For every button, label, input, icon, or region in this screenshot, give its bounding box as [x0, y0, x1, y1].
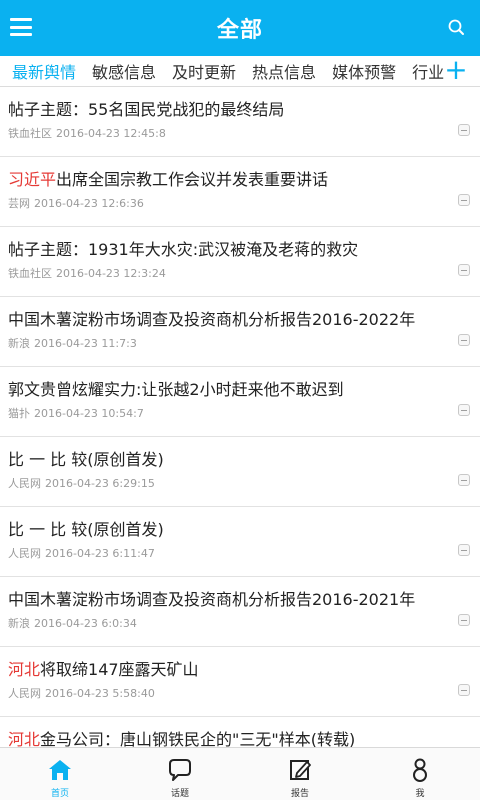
- news-source: 人民网: [8, 547, 41, 560]
- nav-home[interactable]: 首页: [0, 748, 120, 800]
- news-meta: 猫扑 2016-04-23 10:54:7: [8, 407, 440, 421]
- news-title: 郭文贵曾炫耀实力:让张越2小时赶来他不敢迟到: [8, 379, 440, 401]
- news-title: 中国木薯淀粉市场调查及投资商机分析报告2016-2021年: [8, 589, 440, 611]
- news-item[interactable]: 帖子主题：1931年大水灾:武汉被淹及老蒋的救灾铁血社区 2016-04-23 1…: [0, 227, 480, 297]
- news-time: 2016-04-23 6:29:15: [45, 477, 155, 490]
- search-icon[interactable]: [446, 17, 468, 39]
- news-title-text: 帖子主题：1931年大水灾:武汉被淹及老蒋的救灾: [8, 240, 359, 259]
- news-time: 2016-04-23 6:11:47: [45, 547, 155, 560]
- news-item[interactable]: 比 一 比 较(原创首发) 人民网 2016-04-23 6:11:47: [0, 507, 480, 577]
- news-time: 2016-04-23 12:6:36: [34, 197, 144, 210]
- nav-reports-label: 报告: [290, 789, 309, 799]
- add-tab-plus-icon[interactable]: +: [444, 56, 468, 84]
- bottom-nav: 首页 话题 报告 我: [0, 747, 480, 800]
- news-meta: 铁血社区 2016-04-23 12:45:8: [8, 127, 440, 141]
- news-item[interactable]: 习近平出席全国宗教工作会议并发表重要讲话芸网 2016-04-23 12:6:36: [0, 157, 480, 227]
- news-source: 人民网: [8, 687, 41, 700]
- tab-sensitive[interactable]: 敏感信息: [92, 59, 156, 83]
- news-meta: 新浪 2016-04-23 11:7:3: [8, 337, 440, 351]
- news-title: 比 一 比 较(原创首发): [8, 449, 440, 471]
- news-item[interactable]: 河北金马公司：唐山钢铁民企的"三无"样本(转载)人民网2016-04-23 5:…: [0, 717, 480, 747]
- news-keyword-highlight: 河北: [8, 730, 41, 747]
- news-item[interactable]: 帖子主题：55名国民党战犯的最终结局铁血社区 2016-04-23 12:45:8: [0, 87, 480, 157]
- menu-icon[interactable]: [10, 16, 32, 38]
- collapse-minus-icon[interactable]: [458, 684, 470, 696]
- news-meta: 芸网 2016-04-23 12:6:36: [8, 197, 440, 211]
- news-item[interactable]: 河北将取缔147座露天矿山人民网 2016-04-23 5:58:40: [0, 647, 480, 717]
- news-title-text: 中国木薯淀粉市场调查及投资商机分析报告2016-2021年: [8, 590, 416, 609]
- news-item[interactable]: 郭文贵曾炫耀实力:让张越2小时赶来他不敢迟到猫扑 2016-04-23 10:54…: [0, 367, 480, 437]
- news-meta: 新浪 2016-04-23 6:0:34: [8, 617, 440, 631]
- news-title: 中国木薯淀粉市场调查及投资商机分析报告2016-2022年: [8, 309, 440, 331]
- news-title-text: 中国木薯淀粉市场调查及投资商机分析报告2016-2022年: [8, 310, 416, 329]
- user-icon: [413, 758, 427, 782]
- page-title: 全部: [216, 18, 263, 43]
- tab-media-alert[interactable]: 媒体预警: [332, 59, 396, 83]
- tab-list: 最新舆情 敏感信息 及时更新 热点信息 媒体预警 行业: [0, 59, 444, 83]
- news-title-text: 比 一 比 较(原创首发): [8, 450, 164, 469]
- nav-topics[interactable]: 话题: [120, 748, 240, 800]
- news-source: 人民网: [8, 477, 41, 490]
- news-meta: 人民网 2016-04-23 6:29:15: [8, 477, 440, 491]
- news-item[interactable]: 中国木薯淀粉市场调查及投资商机分析报告2016-2021年新浪 2016-04-2…: [0, 577, 480, 647]
- collapse-minus-icon[interactable]: [458, 264, 470, 276]
- news-meta: 人民网 2016-04-23 5:58:40: [8, 687, 440, 701]
- news-source: 新浪: [8, 617, 30, 630]
- tab-industry[interactable]: 行业: [412, 59, 444, 83]
- news-title-text: 比 一 比 较(原创首发): [8, 520, 164, 539]
- nav-reports[interactable]: 报告: [240, 748, 360, 800]
- collapse-minus-icon[interactable]: [458, 194, 470, 206]
- collapse-minus-icon[interactable]: [458, 474, 470, 486]
- app-header: 全部: [0, 0, 480, 56]
- news-source: 新浪: [8, 337, 30, 350]
- nav-me[interactable]: 我: [360, 748, 480, 800]
- report-edit-icon: [290, 760, 311, 780]
- tab-latest[interactable]: 最新舆情: [12, 59, 76, 83]
- news-title: 帖子主题：1931年大水灾:武汉被淹及老蒋的救灾: [8, 239, 440, 261]
- category-tabs: 最新舆情 敏感信息 及时更新 热点信息 媒体预警 行业 +: [0, 56, 480, 87]
- news-title-text: 郭文贵曾炫耀实力:让张越2小时赶来他不敢迟到: [8, 380, 344, 399]
- collapse-minus-icon[interactable]: [458, 334, 470, 346]
- news-time: 2016-04-23 6:0:34: [34, 617, 137, 630]
- news-meta: 铁血社区 2016-04-23 12:3:24: [8, 267, 440, 281]
- news-title-text: 帖子主题：55名国民党战犯的最终结局: [8, 100, 285, 119]
- news-time: 2016-04-23 5:58:40: [45, 687, 155, 700]
- news-time: 2016-04-23 12:45:8: [56, 127, 166, 140]
- news-keyword-highlight: 河北: [8, 660, 41, 679]
- nav-home-label: 首页: [50, 789, 69, 799]
- news-keyword-highlight: 习近平: [8, 170, 57, 189]
- news-meta: 人民网 2016-04-23 6:11:47: [8, 547, 440, 561]
- news-list: 帖子主题：55名国民党战犯的最终结局铁血社区 2016-04-23 12:45:8…: [0, 87, 480, 747]
- chat-bubble-icon: [169, 759, 191, 781]
- news-time: 2016-04-23 11:7:3: [34, 337, 137, 350]
- news-title-text: 出席全国宗教工作会议并发表重要讲话: [56, 170, 329, 189]
- collapse-minus-icon[interactable]: [458, 614, 470, 626]
- nav-topics-label: 话题: [170, 789, 189, 799]
- news-source: 芸网: [8, 197, 30, 210]
- news-title: 帖子主题：55名国民党战犯的最终结局: [8, 99, 440, 121]
- news-source: 铁血社区: [8, 127, 52, 140]
- news-title-text: 金马公司：唐山钢铁民企的"三无"样本(转载): [40, 730, 356, 747]
- news-title-text: 将取缔147座露天矿山: [40, 660, 199, 679]
- news-title: 比 一 比 较(原创首发): [8, 519, 440, 541]
- news-title: 河北将取缔147座露天矿山: [8, 659, 440, 681]
- news-title: 习近平出席全国宗教工作会议并发表重要讲话: [8, 169, 440, 191]
- collapse-minus-icon[interactable]: [458, 124, 470, 136]
- collapse-minus-icon[interactable]: [458, 404, 470, 416]
- news-title: 河北金马公司：唐山钢铁民企的"三无"样本(转载): [8, 729, 440, 747]
- news-time: 2016-04-23 10:54:7: [34, 407, 144, 420]
- news-item[interactable]: 中国木薯淀粉市场调查及投资商机分析报告2016-2022年新浪 2016-04-2…: [0, 297, 480, 367]
- collapse-minus-icon[interactable]: [458, 544, 470, 556]
- news-item[interactable]: 比 一 比 较(原创首发) 人民网 2016-04-23 6:29:15: [0, 437, 480, 507]
- tab-realtime[interactable]: 及时更新: [172, 59, 236, 83]
- tab-hot[interactable]: 热点信息: [252, 59, 316, 83]
- nav-me-label: 我: [415, 789, 425, 799]
- news-source: 猫扑: [8, 407, 30, 420]
- news-source: 铁血社区: [8, 267, 52, 280]
- news-time: 2016-04-23 12:3:24: [56, 267, 166, 280]
- home-icon: [49, 760, 71, 780]
